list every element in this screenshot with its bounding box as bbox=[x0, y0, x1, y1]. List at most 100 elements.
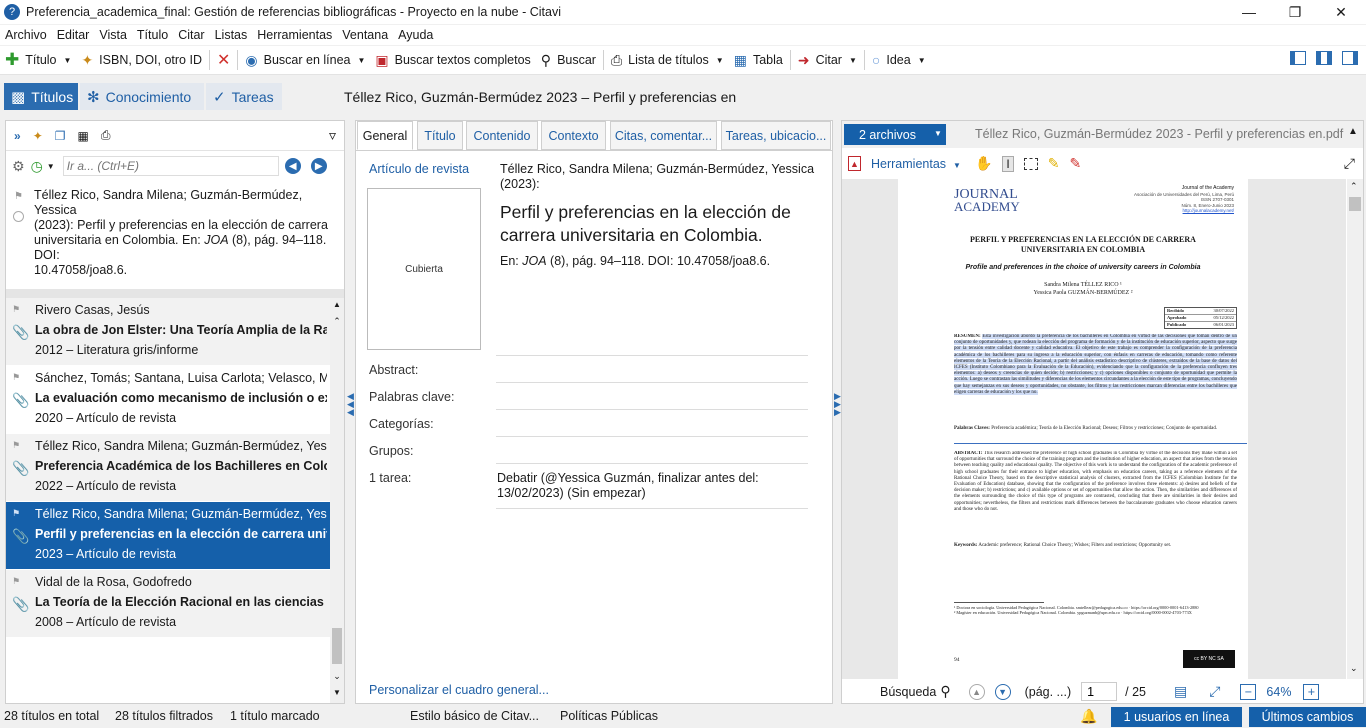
reference-type[interactable]: Artículo de revista bbox=[369, 162, 469, 176]
page-down-icon[interactable]: ▼ bbox=[994, 683, 1011, 700]
fullscreen-icon[interactable]: ⤢ bbox=[1344, 155, 1355, 172]
scroll-thumb[interactable] bbox=[332, 628, 342, 664]
arrow-right-icon[interactable]: ▶ bbox=[310, 158, 327, 174]
menu-archivo[interactable]: Archivo bbox=[0, 28, 52, 42]
menu-ayuda[interactable]: Ayuda bbox=[393, 28, 438, 42]
layout-split-icon[interactable] bbox=[1316, 51, 1332, 65]
export-icon[interactable]: ⎙ bbox=[101, 128, 111, 143]
close-button[interactable]: ✕ bbox=[1318, 0, 1364, 24]
tab-tareas-ubicacion[interactable]: Tareas, ubicacio... bbox=[721, 121, 831, 150]
red-pen-icon[interactable]: ✎ bbox=[1069, 155, 1081, 172]
fit-page-icon[interactable]: ⤢ bbox=[1209, 683, 1220, 700]
selection-icon[interactable]: ▦ bbox=[78, 129, 89, 143]
scroll-down-icon[interactable]: ⌄ bbox=[1350, 663, 1358, 674]
menu-ventana[interactable]: Ventana bbox=[337, 28, 393, 42]
list-item[interactable]: ⚑ 📎 Sánchez, Tomás; Santana, Luisa Carlo… bbox=[6, 366, 330, 433]
menu-vista[interactable]: Vista bbox=[94, 28, 132, 42]
splitter-left[interactable]: ◀ ◀ ◀ bbox=[347, 392, 354, 417]
tab-citas[interactable]: Citas, comentar... bbox=[610, 121, 717, 150]
table-button[interactable]: ▦ Tabla bbox=[729, 47, 788, 73]
list-scrollbar[interactable]: ▲ ⌃ ⌄ ▼ bbox=[330, 298, 344, 703]
minimize-button[interactable]: — bbox=[1226, 0, 1272, 24]
cite-button[interactable]: ➜ Citar ▼ bbox=[793, 47, 862, 73]
tab-titulo[interactable]: Título bbox=[417, 121, 463, 150]
tab-contenido[interactable]: Contenido bbox=[466, 121, 538, 150]
splitter-right[interactable]: ▶ ▶ ▶ bbox=[834, 392, 841, 417]
scroll-thumb[interactable] bbox=[1349, 197, 1361, 211]
status-category[interactable]: Políticas Públicas bbox=[560, 709, 658, 723]
zoom-in-icon[interactable]: + bbox=[1303, 683, 1320, 700]
tab-titulos[interactable]: ▩ Títulos bbox=[4, 83, 78, 110]
customize-link[interactable]: Personalizar el cuadro general... bbox=[369, 683, 549, 697]
tab-tareas[interactable]: ✓ Tareas bbox=[206, 83, 282, 110]
scroll-down-icon[interactable]: ⌄ bbox=[332, 671, 342, 683]
history-icon[interactable]: ◷ bbox=[31, 158, 43, 175]
highlight-icon[interactable]: ✎ bbox=[1048, 155, 1060, 172]
scroll-bottom-icon[interactable]: ▼ bbox=[332, 688, 342, 698]
menu-titulo[interactable]: Título bbox=[132, 28, 173, 42]
online-users-button[interactable]: 1 usuarios en línea bbox=[1111, 707, 1242, 727]
item-title: La Teoría de la Elección Racional en las… bbox=[35, 595, 327, 609]
pdf-scrollbar[interactable]: ⌃ ⌄ bbox=[1347, 179, 1363, 679]
scroll-top-icon[interactable]: ▲ bbox=[332, 300, 342, 310]
restore-button[interactable]: ❐ bbox=[1272, 0, 1318, 24]
layout-right-icon[interactable] bbox=[1342, 51, 1358, 65]
bell-icon[interactable]: 🔔 bbox=[1080, 708, 1097, 725]
preview-text: Téllez Rico, Sandra Milena; Guzmán-Bermú… bbox=[34, 188, 328, 277]
tools-dropdown[interactable]: Herramientas ▼ bbox=[871, 157, 961, 171]
chevron-down-icon[interactable]: ▼ bbox=[47, 162, 55, 171]
pdf-viewport[interactable]: JOURNAL ACADEMY Journal of the Academy As… bbox=[842, 179, 1346, 679]
list-item[interactable]: ⚑ 📎 Vidal de la Rosa, Godofredo La Teorí… bbox=[6, 570, 330, 637]
menu-herramientas[interactable]: Herramientas bbox=[252, 28, 337, 42]
scroll-up-icon[interactable]: ⌃ bbox=[1350, 181, 1358, 192]
expand-icon[interactable]: » bbox=[14, 129, 21, 143]
new-icon[interactable]: ✦ bbox=[33, 129, 43, 143]
list-item-selected[interactable]: ⚑ 📎 Téllez Rico, Sandra Milena; Guzmán-B… bbox=[6, 502, 330, 569]
page-up-icon[interactable]: ▲ bbox=[968, 683, 985, 700]
chevron-down-icon: ▼ bbox=[63, 55, 72, 65]
online-search-button[interactable]: ◉ Buscar en línea ▼ bbox=[240, 47, 370, 73]
goto-input[interactable] bbox=[62, 156, 279, 176]
fit-width-icon[interactable]: ▤ bbox=[1174, 683, 1187, 700]
layout-left-icon[interactable] bbox=[1290, 51, 1306, 65]
task-text[interactable]: Debatir (@Yessica Guzmán, finalizar ante… bbox=[497, 471, 817, 501]
keywords-label: Palabras clave: bbox=[369, 390, 455, 404]
search-button[interactable]: ⚲ Buscar bbox=[536, 47, 601, 73]
cover-placeholder[interactable]: Cubierta bbox=[367, 188, 481, 350]
idea-button[interactable]: ○ Idea ▼ bbox=[867, 47, 931, 73]
isbn-button[interactable]: ✦ ISBN, DOI, otro ID bbox=[76, 47, 207, 73]
delete-button[interactable]: ✕ bbox=[212, 47, 235, 73]
pdf-rule bbox=[954, 443, 1247, 444]
hand-icon[interactable]: ✋ bbox=[975, 155, 992, 172]
pin-icon[interactable]: ▲ bbox=[1348, 126, 1358, 137]
status-bar: 28 títulos en total 28 títulos filtrados… bbox=[0, 706, 1366, 728]
duplicate-icon[interactable]: ❐ bbox=[55, 129, 66, 143]
search-icon[interactable]: ⚲ bbox=[940, 683, 950, 700]
search-label[interactable]: Búsqueda bbox=[880, 685, 936, 699]
menu-citar[interactable]: Citar bbox=[173, 28, 209, 42]
files-dropdown[interactable]: 2 archivos ▼ bbox=[844, 124, 946, 145]
zoom-level[interactable]: 64% bbox=[1266, 685, 1291, 699]
menu-listas[interactable]: Listas bbox=[210, 28, 253, 42]
fulltext-search-button[interactable]: ▣ Buscar textos completos bbox=[370, 47, 535, 73]
zoom-out-icon[interactable]: − bbox=[1240, 683, 1257, 700]
tab-conocimiento[interactable]: ✻ Conocimiento bbox=[80, 83, 204, 110]
page-input[interactable] bbox=[1081, 682, 1118, 701]
add-title-button[interactable]: ✚ Título ▼ bbox=[0, 47, 76, 73]
arrow-left-icon[interactable]: ◀ bbox=[284, 158, 301, 174]
status-style[interactable]: Estilo básico de Citav... bbox=[410, 709, 539, 723]
scroll-up-icon[interactable]: ⌃ bbox=[332, 316, 342, 328]
list-item[interactable]: ⚑ 📎 Téllez Rico, Sandra Milena; Guzmán-B… bbox=[6, 434, 330, 501]
menu-editar[interactable]: Editar bbox=[52, 28, 95, 42]
gear-icon[interactable]: ⚙ bbox=[12, 158, 25, 175]
tab-general[interactable]: General bbox=[357, 121, 413, 150]
filter-icon[interactable]: ▿ bbox=[329, 127, 336, 144]
latest-changes-button[interactable]: Últimos cambios bbox=[1249, 707, 1366, 727]
quick-search-bar: ⚙ ◷ ▼ ◀ ▶ bbox=[6, 152, 344, 180]
text-select-icon[interactable]: I bbox=[1002, 155, 1014, 172]
area-select-icon[interactable] bbox=[1023, 157, 1038, 170]
reference-authors: Téllez Rico, Sandra Milena; Guzmán-Bermú… bbox=[500, 162, 815, 191]
title-list-button[interactable]: ⎙ Lista de títulos ▼ bbox=[606, 47, 729, 73]
list-item[interactable]: ⚑ 📎 Rivero Casas, Jesús La obra de Jon E… bbox=[6, 298, 330, 365]
tab-contexto[interactable]: Contexto bbox=[541, 121, 606, 150]
